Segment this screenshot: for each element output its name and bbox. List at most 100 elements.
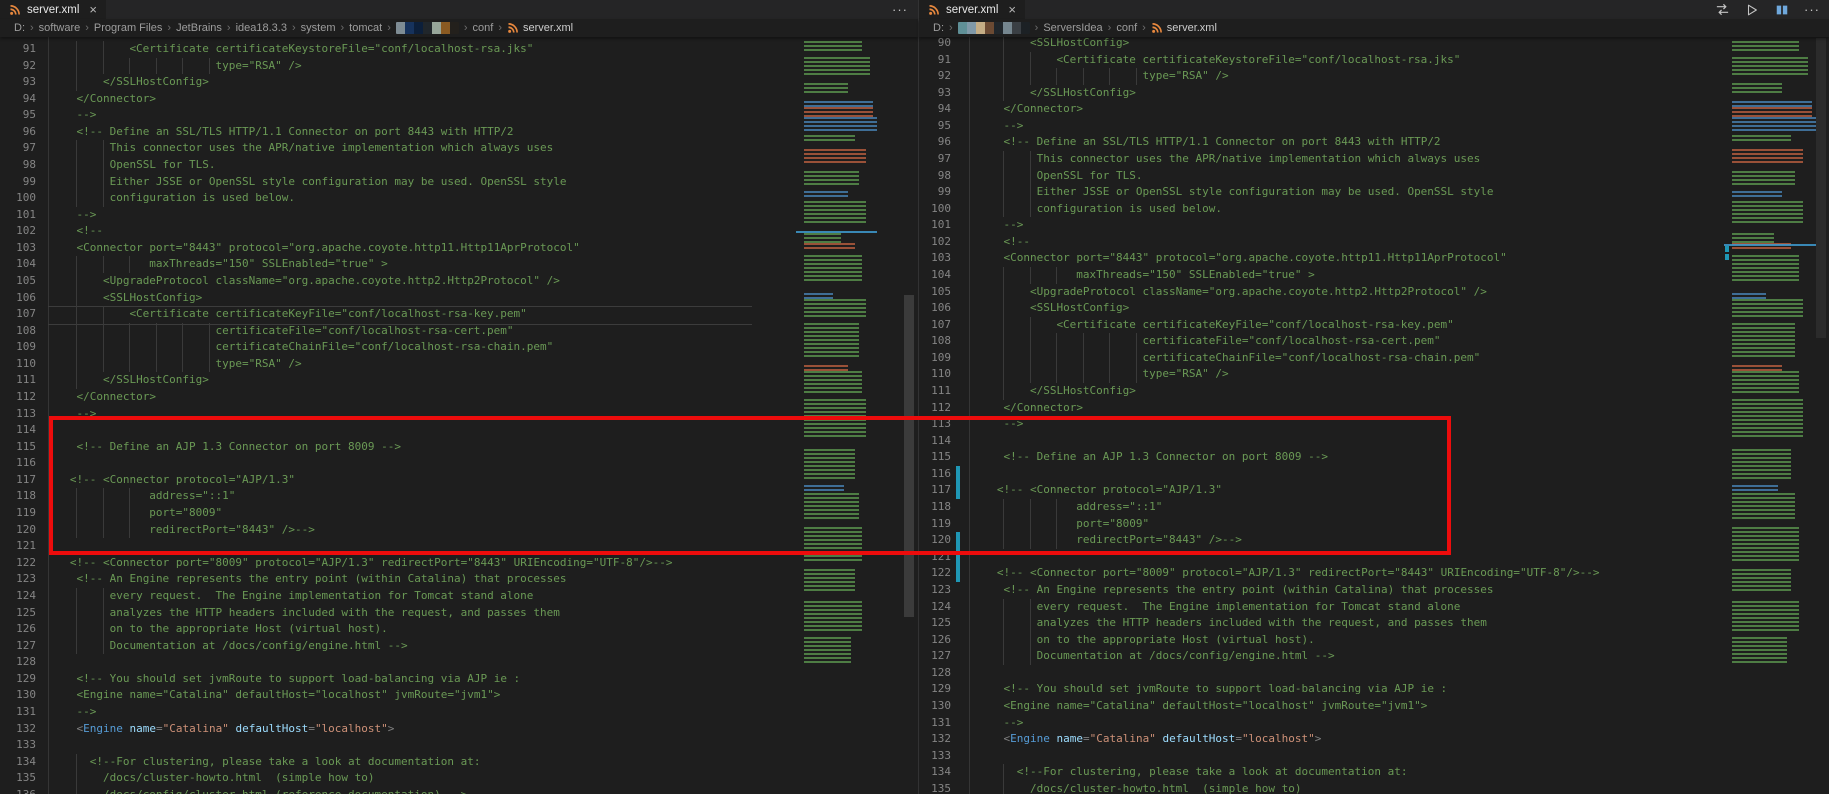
code-line[interactable]: 92type="RSA" /> [919,68,1829,85]
code-line[interactable]: 120redirectPort="8443" />--> [0,522,918,539]
code-line[interactable]: 98OpenSSL for TLS. [0,157,918,174]
code-line[interactable]: 122<!-- <Connector port="8009" protocol=… [0,555,918,572]
code-line[interactable]: 129<!-- You should set jvmRoute to suppo… [0,671,918,688]
code-line[interactable]: 95--> [0,107,918,124]
code-line[interactable]: 129<!-- You should set jvmRoute to suppo… [919,681,1829,698]
code-line[interactable]: 127Documentation at /docs/config/engine.… [0,638,918,655]
split-editor-icon[interactable] [1774,2,1790,18]
code-line[interactable]: 107<Certificate certificateKeyFile="conf… [0,306,918,323]
code-line[interactable]: 111</SSLHostConfig> [919,383,1829,400]
run-icon[interactable] [1744,2,1760,18]
code-line[interactable]: 102<!-- [919,234,1829,251]
code-line[interactable]: 98OpenSSL for TLS. [919,168,1829,185]
code-line[interactable]: 103<Connector port="8443" protocol="org.… [0,240,918,257]
breadcrumb-item-file[interactable]: server.xml [1151,22,1217,34]
code-line[interactable]: 128 [919,665,1829,682]
code-line[interactable]: 125analyzes the HTTP headers included wi… [919,615,1829,632]
code-line[interactable]: 103<Connector port="8443" protocol="org.… [919,250,1829,267]
code-line[interactable]: 120redirectPort="8443" />--> [919,532,1829,549]
breadcrumb-item[interactable]: ServersIdea [1043,22,1102,34]
code-line[interactable]: 134<!--For clustering, please take a loo… [0,754,918,771]
vertical-scrollbar[interactable] [1816,38,1826,338]
breadcrumb-item[interactable]: tomcat [349,22,382,34]
more-icon[interactable]: ··· [1804,2,1820,18]
code-line[interactable]: 126on to the appropriate Host (virtual h… [919,632,1829,649]
breadcrumb-item[interactable]: software [39,22,81,34]
code-line[interactable]: 97This connector uses the APR/native imp… [0,140,918,157]
code-line[interactable]: 117<!-- <Connector protocol="AJP/1.3" [0,472,918,489]
code-line[interactable]: 119port="8009" [919,516,1829,533]
code-line[interactable]: 130<Engine name="Catalina" defaultHost="… [0,687,918,704]
code-line[interactable]: 111</SSLHostConfig> [0,372,918,389]
code-line[interactable]: 130<Engine name="Catalina" defaultHost="… [919,698,1829,715]
code-line[interactable]: 96<!-- Define an SSL/TLS HTTP/1.1 Connec… [919,134,1829,151]
code-line[interactable]: 104maxThreads="150" SSLEnabled="true" > [0,256,918,273]
code-line[interactable]: 118address="::1" [0,488,918,505]
code-line[interactable]: 100configuration is used below. [0,190,918,207]
code-line[interactable]: 126on to the appropriate Host (virtual h… [0,621,918,638]
code-line[interactable]: 131--> [919,715,1829,732]
code-line[interactable]: 117<!-- <Connector protocol="AJP/1.3" [919,482,1829,499]
code-line[interactable]: 123<!-- An Engine represents the entry p… [919,582,1829,599]
code-line[interactable]: 99Either JSSE or OpenSSL style configura… [919,184,1829,201]
code-line[interactable]: 132<Engine name="Catalina" defaultHost="… [0,721,918,738]
code-line[interactable]: 135/docs/cluster-howto.html (simple how … [919,781,1829,794]
code-line[interactable]: 91<Certificate certificateKeystoreFile="… [919,52,1829,69]
code-line[interactable]: 121 [0,538,918,555]
minimap[interactable] [1732,41,1816,663]
code-line[interactable]: 115<!-- Define an AJP 1.3 Connector on p… [919,449,1829,466]
code-line[interactable]: 100configuration is used below. [919,201,1829,218]
code-editor-right[interactable]: 90<SSLHostConfig>91<Certificate certific… [919,37,1829,794]
code-line[interactable]: 112</Connector> [919,400,1829,417]
breadcrumb-item[interactable]: conf [1116,22,1137,34]
code-line[interactable]: 102<!-- [0,223,918,240]
code-line[interactable]: 107<Certificate certificateKeyFile="conf… [919,317,1829,334]
breadcrumb-item[interactable]: idea18.3.3 [236,22,287,34]
code-line[interactable]: 133 [919,748,1829,765]
code-line[interactable]: 91<Certificate certificateKeystoreFile="… [0,41,918,58]
breadcrumb-item-redacted[interactable] [396,22,459,34]
breadcrumb-item[interactable]: D: [933,22,944,34]
breadcrumb-item[interactable]: Program Files [94,22,162,34]
code-line[interactable]: 113--> [919,416,1829,433]
code-line[interactable]: 123<!-- An Engine represents the entry p… [0,571,918,588]
tab-server-xml-left[interactable]: server.xml × [0,0,107,19]
code-line[interactable]: 136/docs/config/cluster.html (reference … [0,787,918,794]
code-line[interactable]: 135/docs/cluster-howto.html (simple how … [0,770,918,787]
code-line[interactable]: 134<!--For clustering, please take a loo… [919,764,1829,781]
code-line[interactable]: 109certificateChainFile="conf/localhost-… [919,350,1829,367]
code-line[interactable]: 96<!-- Define an SSL/TLS HTTP/1.1 Connec… [0,124,918,141]
close-icon[interactable]: × [89,3,97,16]
code-line[interactable]: 122<!-- <Connector port="8009" protocol=… [919,565,1829,582]
breadcrumb-item-redacted[interactable] [958,22,1030,34]
code-line[interactable]: 121 [919,549,1829,566]
code-line[interactable]: 133 [0,737,918,754]
code-line[interactable]: 110type="RSA" /> [0,356,918,373]
code-line[interactable]: 95--> [919,118,1829,135]
code-line[interactable]: 101--> [0,207,918,224]
code-line[interactable]: 116 [919,466,1829,483]
minimap[interactable] [804,41,877,663]
code-line[interactable]: 99Either JSSE or OpenSSL style configura… [0,174,918,191]
code-line[interactable]: 124every request. The Engine implementat… [0,588,918,605]
close-icon[interactable]: × [1008,3,1016,16]
breadcrumb-item-file[interactable]: server.xml [507,22,573,34]
code-line[interactable]: 93</SSLHostConfig> [919,85,1829,102]
code-line[interactable]: 106<SSLHostConfig> [919,300,1829,317]
code-line[interactable]: 108certificateFile="conf/localhost-rsa-c… [0,323,918,340]
code-line[interactable]: 131--> [0,704,918,721]
code-line[interactable]: 115<!-- Define an AJP 1.3 Connector on p… [0,439,918,456]
code-line[interactable]: 108certificateFile="conf/localhost-rsa-c… [919,333,1829,350]
code-line[interactable]: 114 [919,433,1829,450]
code-line[interactable]: 114 [0,422,918,439]
code-line[interactable]: 116 [0,455,918,472]
code-line[interactable]: 97This connector uses the APR/native imp… [919,151,1829,168]
breadcrumb-item[interactable]: D: [14,22,25,34]
code-line[interactable]: 110type="RSA" /> [919,366,1829,383]
code-line[interactable]: 112</Connector> [0,389,918,406]
code-line[interactable]: 132<Engine name="Catalina" defaultHost="… [919,731,1829,748]
code-line[interactable]: 119port="8009" [0,505,918,522]
code-line[interactable]: 105<UpgradeProtocol className="org.apach… [0,273,918,290]
open-changes-icon[interactable] [1714,2,1730,18]
code-line[interactable]: 94</Connector> [0,91,918,108]
